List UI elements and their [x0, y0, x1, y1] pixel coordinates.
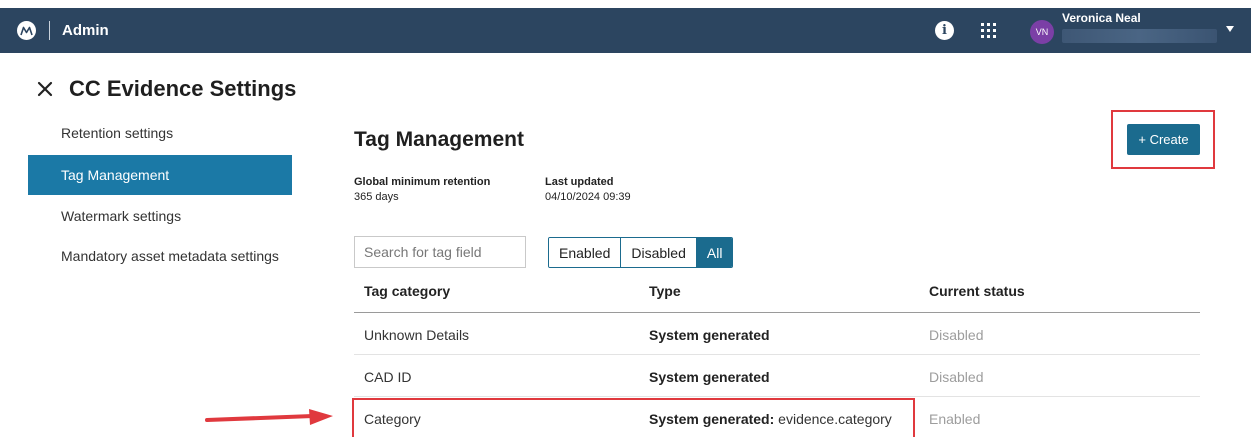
- app-name[interactable]: Admin: [62, 22, 109, 39]
- section-title: Tag Management: [354, 128, 524, 151]
- last-updated-label: Last updated: [545, 176, 614, 188]
- cell-tag-category: Unknown Details: [364, 327, 470, 343]
- cell-type: System generated: [649, 327, 770, 343]
- column-header-tag-category[interactable]: Tag category: [364, 283, 450, 299]
- global-min-retention-label: Global minimum retention: [354, 176, 491, 188]
- column-header-type[interactable]: Type: [649, 283, 681, 299]
- header-divider: [49, 21, 50, 40]
- sidebar-item-retention-settings[interactable]: Retention settings: [28, 113, 292, 153]
- type-label: System generated: [649, 327, 770, 343]
- cell-tag-category: CAD ID: [364, 369, 412, 385]
- search-input[interactable]: [354, 236, 526, 268]
- motorola-logo-icon[interactable]: [17, 21, 36, 40]
- apps-grid-icon[interactable]: [981, 23, 996, 38]
- table-row[interactable]: Unknown Details System generated Disable…: [354, 313, 1200, 355]
- sidebar-item-watermark-settings[interactable]: Watermark settings: [28, 196, 292, 236]
- filter-disabled[interactable]: Disabled: [621, 238, 697, 267]
- status-filter: Enabled Disabled All: [548, 237, 734, 268]
- table-row[interactable]: CAD ID System generated Disabled: [354, 355, 1200, 397]
- highlight-box-create: [1111, 110, 1215, 169]
- highlight-box-category-row: [352, 398, 915, 437]
- last-updated-value: 04/10/2024 09:39: [545, 191, 631, 203]
- type-label: System generated: [649, 369, 770, 385]
- close-icon[interactable]: [36, 80, 54, 98]
- global-min-retention-value: 365 days: [354, 191, 399, 203]
- sidebar-item-tag-management[interactable]: Tag Management: [28, 155, 292, 195]
- cell-status: Enabled: [929, 411, 981, 427]
- sidebar-item-mandatory-asset-metadata[interactable]: Mandatory asset metadata settings: [28, 236, 292, 276]
- cell-status: Disabled: [929, 327, 984, 343]
- chevron-down-icon[interactable]: [1226, 26, 1234, 32]
- page-title: CC Evidence Settings: [69, 76, 297, 101]
- user-name[interactable]: Veronica Neal: [1062, 11, 1141, 25]
- cell-status: Disabled: [929, 369, 984, 385]
- column-header-current-status[interactable]: Current status: [929, 283, 1025, 299]
- cell-type: System generated: [649, 369, 770, 385]
- info-icon[interactable]: i: [935, 21, 954, 40]
- user-subtitle-redacted: [1062, 29, 1217, 43]
- filter-enabled[interactable]: Enabled: [549, 238, 622, 267]
- filter-all[interactable]: All: [696, 238, 733, 267]
- avatar[interactable]: VN: [1030, 20, 1054, 44]
- annotation-arrow-icon: [205, 409, 333, 425]
- top-bar: Admin i VN Veronica Neal: [0, 8, 1251, 53]
